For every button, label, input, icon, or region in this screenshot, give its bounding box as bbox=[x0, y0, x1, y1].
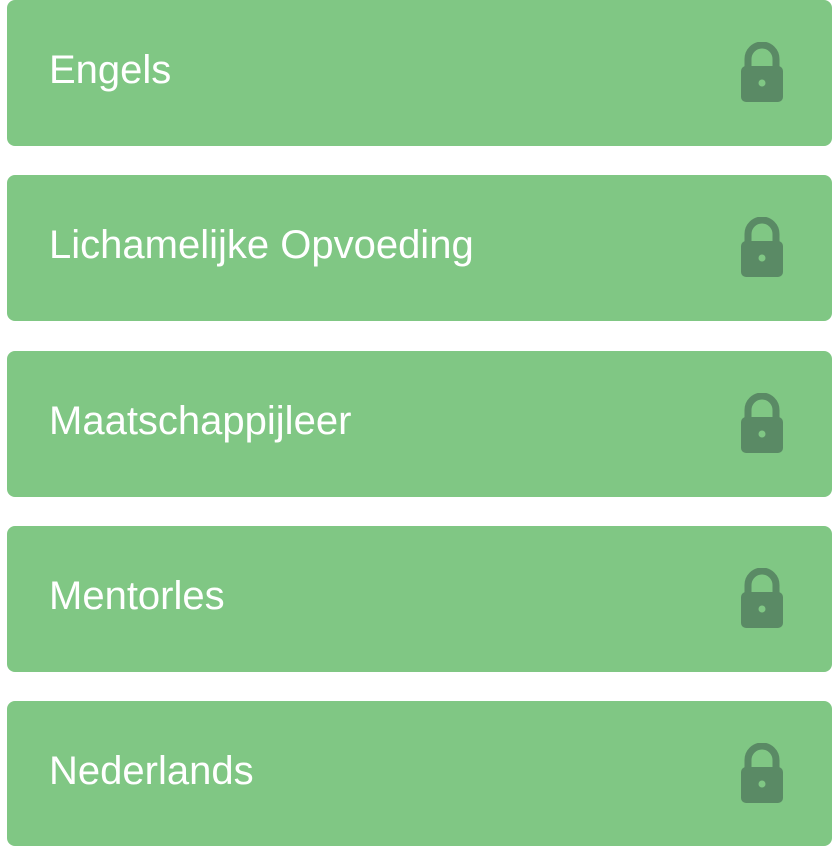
lock-icon bbox=[739, 217, 785, 277]
subject-card-nederlands[interactable]: Nederlands bbox=[7, 701, 832, 846]
subject-label: Maatschappijleer bbox=[49, 399, 352, 443]
subject-label: Lichamelijke Opvoeding bbox=[49, 223, 474, 267]
lock-icon bbox=[739, 743, 785, 803]
subject-card-maatschappijleer[interactable]: Maatschappijleer bbox=[7, 351, 832, 497]
subject-card-engels[interactable]: Engels bbox=[7, 0, 832, 146]
lock-icon bbox=[739, 568, 785, 628]
subject-list: Engels Lichamelijke Opvoeding Maatschapp… bbox=[0, 0, 833, 851]
lock-icon bbox=[739, 42, 785, 102]
subject-card-lichamelijke-opvoeding[interactable]: Lichamelijke Opvoeding bbox=[7, 175, 832, 321]
subject-label: Mentorles bbox=[49, 574, 225, 618]
subject-label: Engels bbox=[49, 48, 172, 92]
subject-label: Nederlands bbox=[49, 749, 254, 793]
lock-icon bbox=[739, 393, 785, 453]
subject-card-mentorles[interactable]: Mentorles bbox=[7, 526, 832, 672]
